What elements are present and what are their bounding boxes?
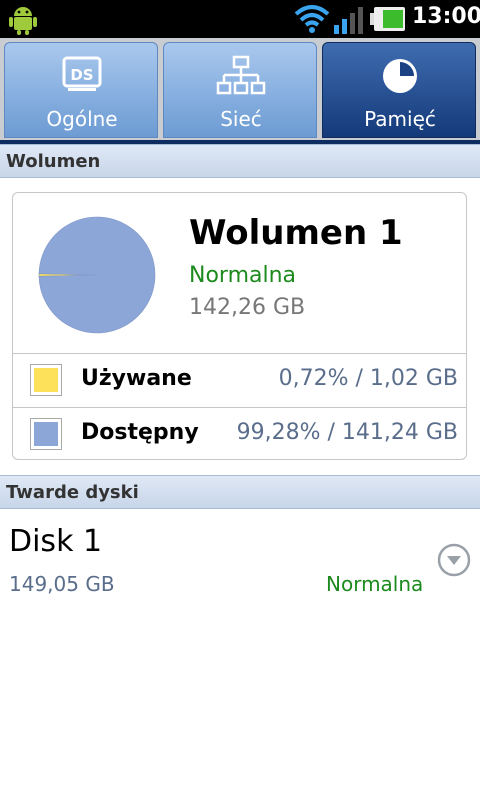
legend-row-available: Dostępny 99,28% / 141,24 GB [13, 407, 466, 459]
volume-status: Normalna [189, 263, 297, 288]
pie-clock-icon [383, 59, 417, 93]
tab-storage-label: Pamięć [364, 107, 436, 131]
tab-network[interactable]: Sieć [163, 42, 317, 138]
tab-storage[interactable]: Pamięć [322, 42, 476, 138]
tab-bar: DS Ogólne Sieć Pamięć [0, 38, 480, 144]
volume-size: 142,26 GB [189, 295, 306, 320]
network-icon [216, 55, 266, 95]
available-value: 99,28% / 141,24 GB [236, 420, 458, 445]
wifi-icon [294, 5, 330, 33]
disk-status: Normalna [326, 572, 424, 596]
available-swatch [30, 418, 62, 450]
chevron-down-icon[interactable] [436, 542, 472, 578]
used-label: Używane [81, 366, 192, 391]
clock: 13:00 [412, 4, 480, 29]
disks-section-title: Twarde dyski [6, 482, 139, 503]
signal-icon [334, 7, 363, 34]
tab-general[interactable]: DS Ogólne [4, 42, 158, 138]
ds-icon: DS [62, 56, 102, 91]
legend-row-used: Używane 0,72% / 1,02 GB [13, 353, 466, 407]
disks-section-header: Twarde dyski [0, 475, 480, 509]
used-value: 0,72% / 1,02 GB [278, 366, 458, 391]
volume-title: Wolumen 1 [189, 213, 403, 253]
volume-section-title: Wolumen [6, 151, 101, 172]
tab-general-label: Ogólne [46, 107, 118, 131]
svg-text:DS: DS [70, 66, 93, 84]
disk-name: Disk 1 [9, 524, 103, 559]
android-icon [9, 7, 37, 35]
disk-size: 149,05 GB [9, 572, 115, 596]
volume-card: Wolumen 1 Normalna 142,26 GB Używane 0,7… [12, 192, 467, 460]
battery-icon [370, 7, 405, 31]
status-bar: 13:00 [0, 0, 480, 38]
used-swatch [30, 364, 62, 396]
available-label: Dostępny [81, 420, 199, 445]
volume-section-header: Wolumen [0, 144, 480, 178]
usage-pie-chart [38, 216, 156, 334]
tab-network-label: Sieć [220, 107, 262, 131]
